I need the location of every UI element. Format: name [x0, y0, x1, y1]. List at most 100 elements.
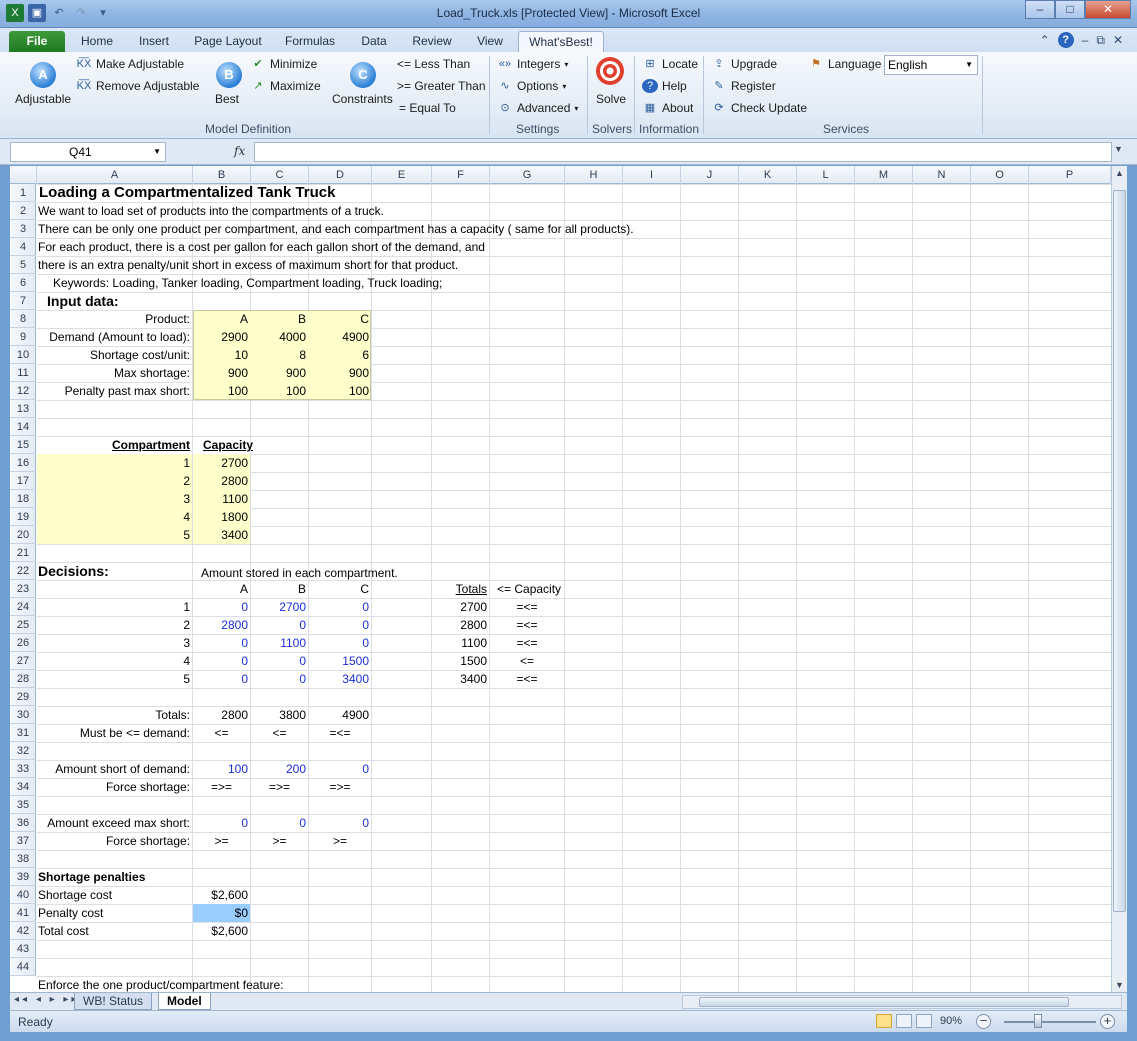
about-button[interactable]: ▦ About: [642, 101, 694, 115]
row-header[interactable]: 19: [10, 508, 36, 526]
locate-button[interactable]: ⊞ Locate: [642, 57, 698, 71]
zoom-slider[interactable]: [1004, 1021, 1096, 1023]
adjustable-cell[interactable]: 0: [193, 670, 248, 688]
adjustable-cell[interactable]: 0: [193, 598, 248, 616]
row-header[interactable]: 35: [10, 796, 36, 814]
row-header[interactable]: 13: [10, 400, 36, 418]
normal-view-icon[interactable]: [876, 1014, 892, 1028]
adjustable-cell[interactable]: 2700: [251, 598, 306, 616]
capacity-cell[interactable]: 3400: [193, 526, 248, 544]
input-cell[interactable]: 100: [309, 382, 369, 400]
close-window-button[interactable]: ✕: [1085, 0, 1131, 19]
adjustable-cell[interactable]: 0: [309, 598, 369, 616]
column-header-m[interactable]: M: [855, 166, 913, 184]
zoom-slider-handle[interactable]: [1034, 1014, 1042, 1028]
row-header[interactable]: 14: [10, 418, 36, 436]
row-header[interactable]: 33: [10, 760, 36, 778]
input-cell[interactable]: 10: [193, 346, 248, 364]
row-header[interactable]: 30: [10, 706, 36, 724]
advanced-button[interactable]: ⊙ Advanced ▾: [497, 101, 578, 115]
constraint-relation-cell[interactable]: =<=: [309, 724, 371, 742]
column-header-c[interactable]: C: [251, 166, 309, 184]
row-total-cell[interactable]: 1500: [431, 652, 487, 670]
column-header-d[interactable]: D: [309, 166, 372, 184]
row-header[interactable]: 22: [10, 562, 36, 580]
page-break-view-icon[interactable]: [916, 1014, 932, 1028]
tab-insert[interactable]: Insert: [128, 31, 180, 52]
best-button[interactable]: Best: [215, 92, 239, 106]
adjustable-cell[interactable]: 0: [251, 652, 306, 670]
column-total-cell[interactable]: 3800: [251, 706, 306, 724]
tab-view[interactable]: View: [468, 31, 512, 52]
adjustable-cell[interactable]: 0: [309, 634, 369, 652]
row-header[interactable]: 21: [10, 544, 36, 562]
adjustable-cell[interactable]: 200: [251, 760, 306, 778]
solve-target-icon[interactable]: [595, 56, 625, 86]
column-header-g[interactable]: G: [490, 166, 565, 184]
zoom-out-icon[interactable]: −: [976, 1014, 991, 1029]
column-header-k[interactable]: K: [739, 166, 797, 184]
compartment-cell[interactable]: 2: [37, 472, 190, 490]
minimize-ribbon-icon[interactable]: ⌃: [1040, 33, 1050, 47]
adjustable-cell[interactable]: 0: [251, 670, 306, 688]
row-header[interactable]: 2: [10, 202, 36, 220]
row-header[interactable]: 42: [10, 922, 36, 940]
input-cell[interactable]: 2900: [193, 328, 248, 346]
row-header[interactable]: 23: [10, 580, 36, 598]
input-cell[interactable]: C: [309, 310, 369, 328]
adjustable-cell[interactable]: 0: [193, 814, 248, 832]
row-total-cell[interactable]: 2800: [431, 616, 487, 634]
tab-review[interactable]: Review: [406, 31, 458, 52]
row-header[interactable]: 25: [10, 616, 36, 634]
column-header-i[interactable]: I: [623, 166, 681, 184]
input-cell[interactable]: B: [251, 310, 306, 328]
row-header[interactable]: 39: [10, 868, 36, 886]
minimize-button[interactable]: ✔ Minimize: [250, 57, 317, 71]
column-header-h[interactable]: H: [565, 166, 623, 184]
constraint-relation-cell[interactable]: =<=: [490, 616, 564, 634]
help-button[interactable]: ? Help: [642, 79, 687, 93]
adjustable-cell[interactable]: 2800: [193, 616, 248, 634]
row-total-cell[interactable]: 2700: [431, 598, 487, 616]
capacity-cell[interactable]: 2800: [193, 472, 248, 490]
vertical-scroll-thumb[interactable]: [1113, 190, 1126, 912]
name-box[interactable]: Q41 ▼: [10, 142, 166, 162]
zoom-in-icon[interactable]: +: [1100, 1014, 1115, 1029]
constraint-relation-cell[interactable]: <=: [490, 652, 564, 670]
less-than-button[interactable]: <= Less Than: [397, 57, 470, 71]
remove-adjustable-button[interactable]: K͞X Remove Adjustable: [76, 79, 200, 93]
constraint-relation-cell[interactable]: =<=: [490, 598, 564, 616]
constraint-relation-cell[interactable]: >=: [309, 832, 371, 850]
row-header[interactable]: 37: [10, 832, 36, 850]
scroll-up-icon[interactable]: ▲: [1115, 168, 1124, 178]
constraints-icon[interactable]: C: [350, 62, 376, 88]
adjustable-cell[interactable]: 3400: [309, 670, 369, 688]
best-icon[interactable]: B: [216, 62, 242, 88]
tab-formulas[interactable]: Formulas: [278, 31, 342, 52]
row-header[interactable]: 11: [10, 364, 36, 382]
minimize-window-button[interactable]: –: [1025, 0, 1055, 19]
row-header[interactable]: 9: [10, 328, 36, 346]
row-header[interactable]: 3: [10, 220, 36, 238]
constraint-relation-cell[interactable]: =<=: [490, 670, 564, 688]
adjustable-cell[interactable]: 0: [309, 760, 369, 778]
shortage-cost-cell[interactable]: $2,600: [193, 886, 248, 904]
row-header[interactable]: 12: [10, 382, 36, 400]
sheet-tab-wb-status[interactable]: WB! Status: [74, 993, 153, 1010]
row-header[interactable]: 6: [10, 274, 36, 292]
expand-formula-bar-icon[interactable]: ▼: [1114, 144, 1123, 154]
row-header[interactable]: 20: [10, 526, 36, 544]
column-header-l[interactable]: L: [797, 166, 855, 184]
row-header[interactable]: 36: [10, 814, 36, 832]
adjustable-cell[interactable]: 0: [251, 814, 306, 832]
name-box-dropdown-icon[interactable]: ▼: [153, 143, 161, 161]
constraint-relation-cell[interactable]: =>=: [193, 778, 250, 796]
capacity-cell[interactable]: 2700: [193, 454, 248, 472]
input-cell[interactable]: 900: [251, 364, 306, 382]
adjustable-cell[interactable]: 0: [193, 634, 248, 652]
language-select[interactable]: English ▼: [884, 55, 978, 75]
compartment-cell[interactable]: 5: [37, 526, 190, 544]
row-header[interactable]: 15: [10, 436, 36, 454]
tab-home[interactable]: Home: [72, 31, 122, 52]
column-header-b[interactable]: B: [193, 166, 251, 184]
